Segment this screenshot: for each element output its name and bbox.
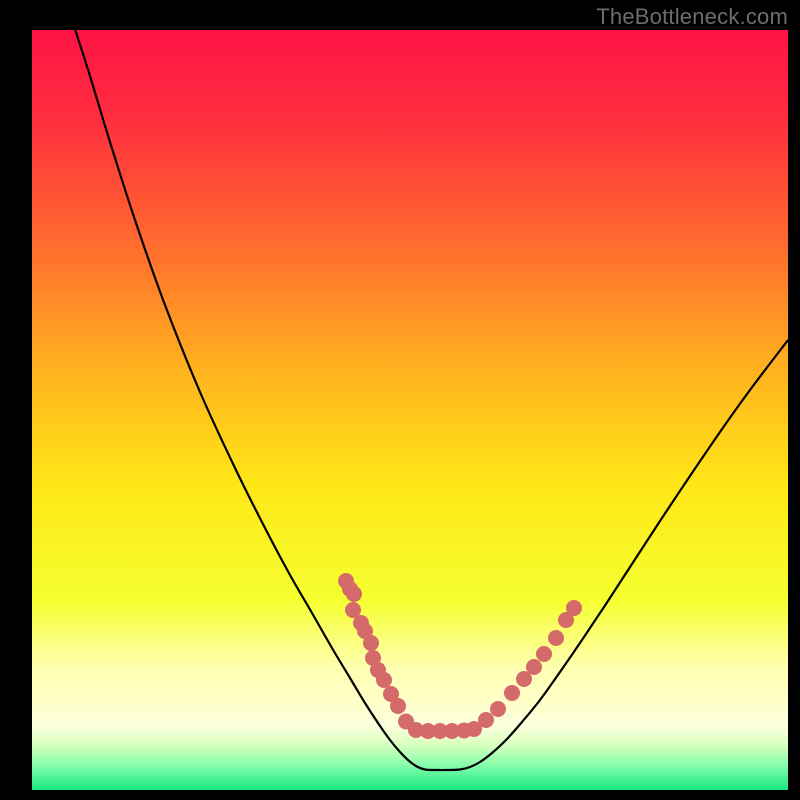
data-marker (363, 635, 379, 651)
data-marker (376, 672, 392, 688)
data-marker (526, 659, 542, 675)
chart-svg (0, 0, 800, 800)
data-marker (536, 646, 552, 662)
watermark-text: TheBottleneck.com (596, 4, 788, 30)
data-marker (346, 586, 362, 602)
data-marker (478, 712, 494, 728)
data-marker (548, 630, 564, 646)
chart-container: TheBottleneck.com (0, 0, 800, 800)
data-marker (490, 701, 506, 717)
data-marker (504, 685, 520, 701)
data-marker (390, 698, 406, 714)
data-marker (566, 600, 582, 616)
plot-gradient-background (32, 30, 788, 790)
